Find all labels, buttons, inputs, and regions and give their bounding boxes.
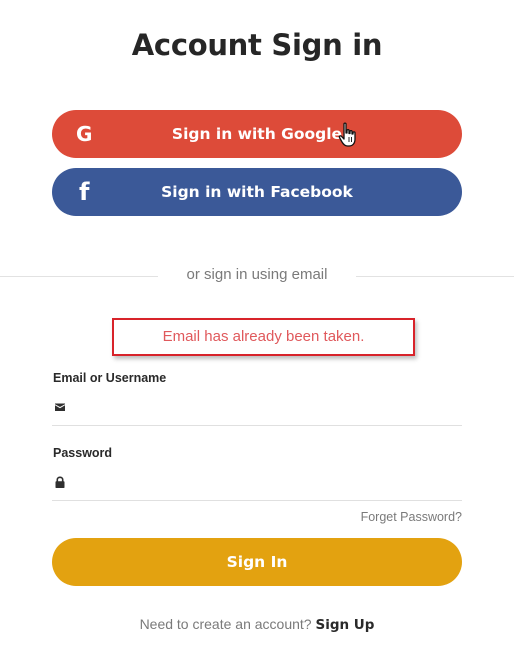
hand-pointer-cursor-icon — [338, 122, 356, 147]
lock-icon — [55, 476, 65, 488]
password-input[interactable] — [76, 470, 456, 496]
sign-up-prompt-text: Need to create an account? — [139, 616, 312, 632]
divider-text: or sign in using email — [186, 266, 328, 283]
sign-up-prompt: Need to create an account? Sign Up — [0, 616, 514, 633]
error-message-box: Email has already been taken. — [112, 318, 415, 356]
sign-in-page: Account Sign in G Sign in with Google f … — [0, 0, 514, 651]
facebook-sign-in-button[interactable]: f Sign in with Facebook — [52, 168, 462, 216]
email-field-label: Email or Username — [53, 371, 167, 385]
password-field-label: Password — [53, 446, 113, 460]
email-field[interactable] — [52, 391, 462, 426]
sign-in-button[interactable]: Sign In — [52, 538, 462, 586]
error-message: Email has already been taken. — [162, 328, 365, 345]
google-sign-in-label: Sign in with Google — [171, 125, 343, 143]
envelope-icon — [55, 403, 65, 411]
sign-up-link[interactable]: Sign Up — [315, 617, 374, 633]
password-field[interactable] — [52, 466, 462, 501]
google-sign-in-button[interactable]: G Sign in with Google — [52, 110, 462, 158]
facebook-sign-in-label: Sign in with Facebook — [161, 183, 353, 201]
forgot-password-link[interactable]: Forget Password? — [361, 510, 462, 524]
page-title: Account Sign in — [131, 28, 383, 62]
email-input[interactable] — [76, 395, 456, 421]
